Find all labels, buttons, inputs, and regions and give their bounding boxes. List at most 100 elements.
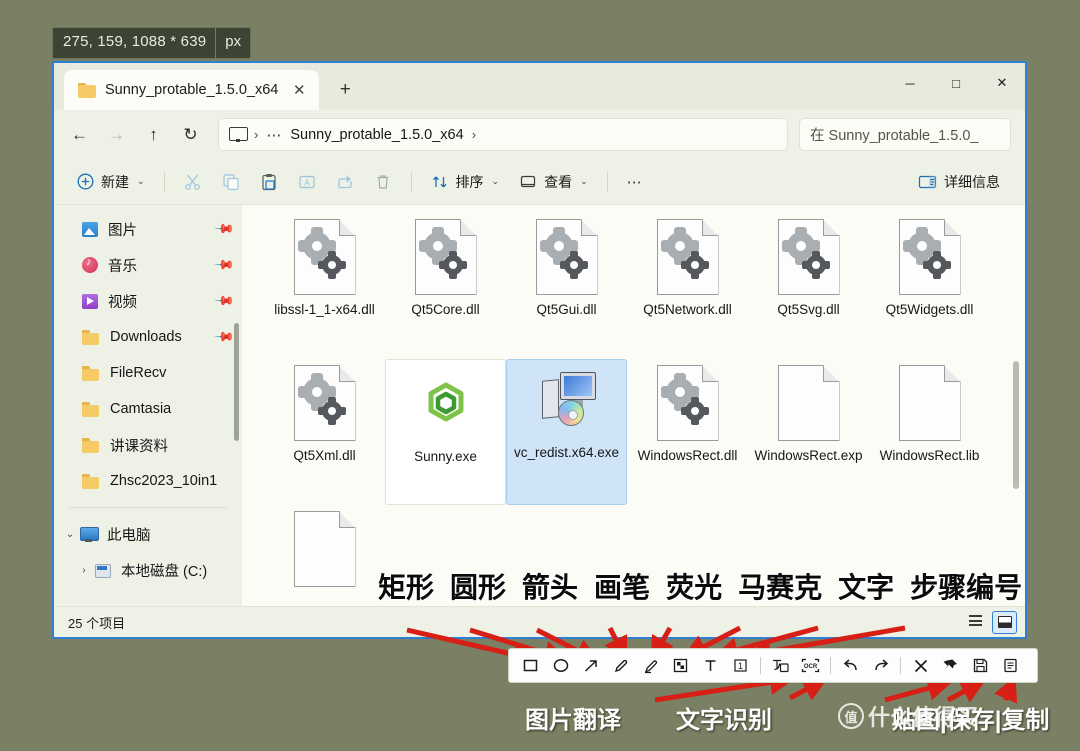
file-item[interactable]: WindowsRect.exp [748,359,869,505]
file-item[interactable]: libssl-1_1-x64.dll [264,213,385,359]
capture-size-tooltip: 275, 159, 1088 * 639 px [52,27,251,59]
breadcrumb-separator: › [254,127,258,142]
rename-button[interactable]: A [289,166,325,198]
label-ellipse: 圆形 [450,566,506,606]
navigation-sidebar: 图片 📌 音乐 📌 视频 📌 Downloads 📌 FileRecv [54,205,242,606]
file-name: Qt5Core.dll [390,301,502,319]
this-pc-icon [229,127,246,142]
sidebar-item-local-disk-c[interactable]: › 本地磁盘 (C:) [54,552,242,588]
up-button[interactable]: ↑ [136,118,171,151]
ocr-tool[interactable]: OCR [796,652,825,679]
file-item[interactable]: Qt5Widgets.dll [869,213,990,359]
file-item[interactable]: Qt5Core.dll [385,213,506,359]
close-button[interactable] [906,652,935,679]
copy-button[interactable] [213,166,249,198]
sidebar-item-label: 音乐 [108,255,137,276]
file-item[interactable]: Qt5Network.dll [627,213,748,359]
sidebar-item-label: Downloads [110,329,182,345]
separator-2 [830,657,831,674]
cut-button[interactable] [175,166,211,198]
undo-button[interactable] [836,652,865,679]
step-number-tool[interactable]: 1 [726,652,755,679]
chevron-down-icon[interactable]: ⌄ [64,529,76,540]
new-button[interactable]: 新建 ⌄ [68,166,154,198]
window-body: 图片 📌 音乐 📌 视频 📌 Downloads 📌 FileRecv [54,205,1025,606]
pin-icon[interactable]: 📌 [213,254,236,277]
forward-button[interactable]: → [99,118,134,151]
label-pencil: 画笔 [594,566,650,606]
maximize-button[interactable]: □ [933,63,979,103]
file-item[interactable]: Qt5Svg.dll [748,213,869,359]
pin-icon[interactable]: 📌 [213,218,236,241]
ellipse-tool[interactable] [546,652,575,679]
highlighter-tool[interactable] [636,652,665,679]
breadcrumb-overflow-icon[interactable]: ⋯ [266,126,282,144]
delete-button[interactable] [365,166,401,198]
folder-icon [78,83,96,98]
file-item[interactable]: WindowsRect.lib [869,359,990,505]
save-button[interactable] [966,652,995,679]
label-image-translate: 图片翻译 [525,700,621,735]
file-item[interactable]: Qt5Gui.dll [506,213,627,359]
content-scrollbar[interactable] [1013,361,1019,489]
sidebar-scrollbar[interactable] [234,323,239,441]
file-item[interactable]: Qt5Xml.dll [264,359,385,505]
large-icons-view-icon[interactable] [992,611,1017,634]
file-item[interactable] [264,505,385,606]
pin-button[interactable] [936,652,965,679]
file-name: Qt5Xml.dll [269,447,381,465]
details-pane-button[interactable]: 详细信息 [909,166,1009,198]
view-button[interactable]: 查看 ⌄ [510,166,597,198]
details-pane-label: 详细信息 [944,172,1000,192]
mosaic-tool[interactable] [666,652,695,679]
new-tab-button[interactable]: + [329,74,361,106]
breadcrumb-current[interactable]: Sunny_protable_1.5.0_x64 [290,127,463,143]
file-name: Qt5Network.dll [632,301,744,319]
sidebar-item-videos[interactable]: 视频 📌 [54,283,242,319]
paste-button[interactable] [251,166,287,198]
arrow-to-pin-tool [885,684,944,700]
image-translate-tool[interactable] [766,652,795,679]
minimize-button[interactable]: ─ [887,63,933,103]
rectangle-tool[interactable] [516,652,545,679]
sidebar-item-this-pc[interactable]: ⌄ 此电脑 [54,516,242,552]
share-icon [336,173,354,191]
pencil-tool[interactable] [606,652,635,679]
more-options-button[interactable]: ⋯ [618,166,652,198]
tab-close-icon[interactable]: ✕ [287,78,311,102]
breadcrumb-separator-2: › [472,127,476,142]
pin-icon[interactable]: 📌 [213,326,236,349]
label-highlighter: 荧光 [666,566,722,606]
sidebar-item-camtasia[interactable]: Camtasia [54,391,242,427]
svg-text:OCR: OCR [804,664,818,670]
chevron-right-icon[interactable]: › [78,565,90,576]
toolbar-divider-3 [607,172,608,192]
sidebar-item-filerecv[interactable]: FileRecv [54,355,242,391]
search-input[interactable]: 在 Sunny_protable_1.5.0_ [799,118,1011,151]
close-window-button[interactable]: ✕ [979,63,1025,103]
redo-button[interactable] [866,652,895,679]
arrow-tool[interactable] [576,652,605,679]
folder-icon [82,473,100,489]
file-item-vc-redist[interactable]: vc_redist.x64.exe [506,359,627,505]
refresh-button[interactable]: ↻ [173,118,208,151]
tab-sunny-protable[interactable]: Sunny_protable_1.5.0_x64 ✕ [64,70,319,110]
text-tool[interactable] [696,652,725,679]
sort-button[interactable]: 排序 ⌄ [422,166,509,198]
copy-button[interactable] [996,652,1025,679]
breadcrumb[interactable]: › ⋯ Sunny_protable_1.5.0_x64 › [218,118,788,151]
svg-text:A: A [304,177,310,187]
sidebar-item-jiangke[interactable]: 讲课资料 [54,427,242,463]
file-item[interactable]: WindowsRect.dll [627,359,748,505]
capture-size-unit: px [215,28,250,58]
sidebar-item-zhsc2023[interactable]: Zhsc2023_10in1 [54,463,242,499]
list-view-icon[interactable] [963,611,988,634]
sidebar-item-pictures[interactable]: 图片 📌 [54,211,242,247]
share-button[interactable] [327,166,363,198]
sidebar-item-downloads[interactable]: Downloads 📌 [54,319,242,355]
back-button[interactable]: ← [62,118,97,151]
file-item-sunny-exe[interactable]: Sunny.exe [385,359,506,505]
plus-circle-icon [77,173,94,190]
pin-icon[interactable]: 📌 [213,290,236,313]
sidebar-item-music[interactable]: 音乐 📌 [54,247,242,283]
